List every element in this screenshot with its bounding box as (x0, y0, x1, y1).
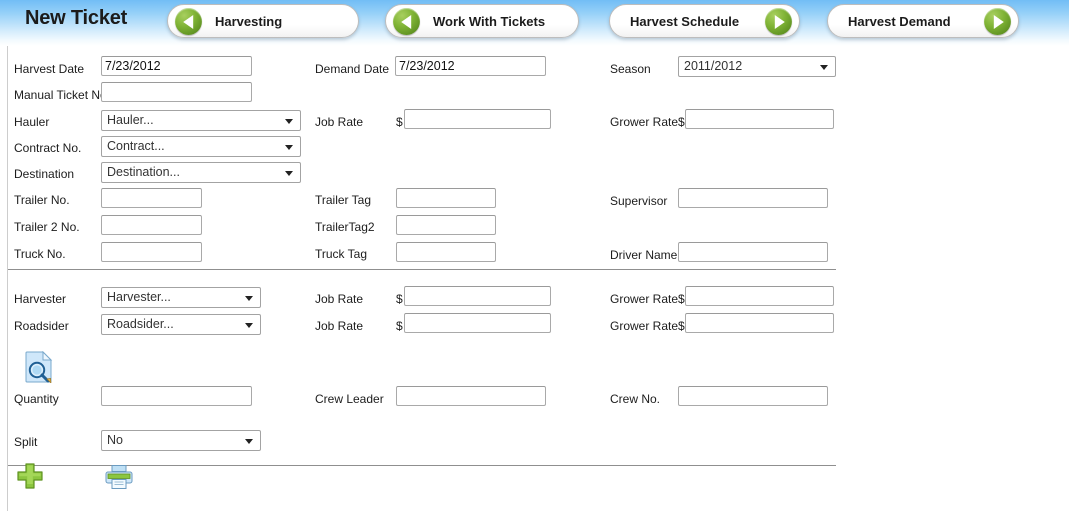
arrow-right-icon (984, 8, 1011, 35)
demand-date-label: Demand Date (315, 62, 390, 76)
roadsider-grower-rate-input[interactable] (685, 313, 834, 333)
document-search-icon[interactable] (24, 350, 54, 384)
nav-button-harvest-demand[interactable]: Harvest Demand (827, 4, 1019, 38)
chevron-down-icon (245, 439, 253, 444)
roadsider-grower-rate-label: Grower Rate (610, 319, 679, 333)
nav-button-harvest-schedule[interactable]: Harvest Schedule (609, 4, 800, 38)
arrow-right-icon (765, 8, 792, 35)
truck-tag-label: Truck Tag (315, 247, 368, 261)
manual-ticket-no-label: Manual Ticket No. (14, 88, 111, 102)
driver-name-input[interactable] (678, 242, 828, 262)
harvest-date-label: Harvest Date (14, 62, 85, 76)
print-icon[interactable] (105, 464, 133, 490)
chevron-down-icon (245, 323, 253, 328)
season-dropdown-value: 2011/2012 (684, 59, 743, 73)
hauler-job-rate-label: Job Rate (315, 115, 364, 129)
hauler-label: Hauler (14, 115, 50, 129)
hauler-dropdown-value: Hauler... (107, 113, 154, 127)
hauler-grower-rate-input[interactable] (685, 109, 834, 129)
new-ticket-window: New Ticket Harvesting Work With Tickets … (0, 0, 1069, 511)
destination-dropdown-value: Destination... (107, 165, 180, 179)
nav-button-label: Work With Tickets (433, 14, 546, 29)
harvester-dropdown-value: Harvester... (107, 290, 171, 304)
app-header: New Ticket Harvesting Work With Tickets … (0, 0, 1069, 46)
harvester-dropdown[interactable]: Harvester... (101, 287, 261, 308)
chevron-down-icon (285, 171, 293, 176)
nav-button-label: Harvesting (215, 14, 283, 29)
roadsider-dropdown[interactable]: Roadsider... (101, 314, 261, 335)
harvester-grower-rate-currency: $ (678, 292, 685, 306)
destination-dropdown[interactable]: Destination... (101, 162, 301, 183)
arrow-left-icon (393, 8, 420, 35)
harvest-date-input[interactable] (101, 56, 252, 76)
roadsider-job-rate-label: Job Rate (315, 319, 364, 333)
roadsider-job-rate-input[interactable] (404, 313, 551, 333)
harvester-job-rate-currency: $ (396, 292, 403, 306)
harvester-grower-rate-label: Grower Rate (610, 292, 679, 306)
demand-date-input[interactable] (395, 56, 546, 76)
quantity-label: Quantity (14, 392, 59, 406)
trailer-tag-2-input[interactable] (396, 215, 496, 235)
hauler-grower-rate-label: Grower Rate (610, 115, 679, 129)
trailer-tag-input[interactable] (396, 188, 496, 208)
chevron-down-icon (285, 119, 293, 124)
arrow-left-icon (175, 8, 202, 35)
split-label: Split (14, 435, 38, 449)
manual-ticket-no-input[interactable] (101, 82, 252, 102)
section-divider-1 (8, 269, 836, 270)
hauler-job-rate-currency: $ (396, 115, 403, 129)
trailer-no-input[interactable] (101, 188, 202, 208)
roadsider-job-rate-currency: $ (396, 319, 403, 333)
roadsider-dropdown-value: Roadsider... (107, 317, 174, 331)
trailer-2-no-input[interactable] (101, 215, 202, 235)
ticket-form: Harvest Date Demand Date Season 2011/201… (0, 46, 1069, 511)
destination-label: Destination (14, 167, 75, 181)
supervisor-input[interactable] (678, 188, 828, 208)
roadsider-label: Roadsider (14, 319, 69, 333)
hauler-dropdown[interactable]: Hauler... (101, 110, 301, 131)
split-dropdown-value: No (107, 433, 123, 447)
harvester-job-rate-label: Job Rate (315, 292, 364, 306)
truck-no-input[interactable] (101, 242, 202, 262)
crew-no-label: Crew No. (610, 392, 661, 406)
nav-button-harvesting[interactable]: Harvesting (167, 4, 359, 38)
chevron-down-icon (820, 65, 828, 70)
supervisor-label: Supervisor (610, 194, 668, 208)
nav-button-work-with-tickets[interactable]: Work With Tickets (385, 4, 579, 38)
crew-leader-input[interactable] (396, 386, 546, 406)
page-title: New Ticket (25, 7, 128, 29)
nav-button-label: Harvest Schedule (630, 14, 740, 29)
chevron-down-icon (245, 296, 253, 301)
season-label: Season (610, 62, 651, 76)
season-dropdown[interactable]: 2011/2012 (678, 56, 836, 77)
hauler-job-rate-input[interactable] (404, 109, 551, 129)
trailer-2-no-label: Trailer 2 No. (14, 220, 80, 234)
chevron-down-icon (285, 145, 293, 150)
nav-button-label: Harvest Demand (848, 14, 951, 29)
truck-no-label: Truck No. (14, 247, 66, 261)
hauler-grower-rate-currency: $ (678, 115, 685, 129)
contract-no-dropdown-value: Contract... (107, 139, 165, 153)
roadsider-grower-rate-currency: $ (678, 319, 685, 333)
harvester-label: Harvester (14, 292, 67, 306)
harvester-grower-rate-input[interactable] (685, 286, 834, 306)
quantity-input[interactable] (101, 386, 252, 406)
trailer-tag-label: Trailer Tag (315, 193, 372, 207)
contract-no-label: Contract No. (14, 141, 82, 155)
add-icon[interactable] (16, 462, 44, 490)
contract-no-dropdown[interactable]: Contract... (101, 136, 301, 157)
crew-leader-label: Crew Leader (315, 392, 384, 406)
trailer-tag-2-label: TrailerTag2 (315, 220, 375, 234)
trailer-no-label: Trailer No. (14, 193, 70, 207)
harvester-job-rate-input[interactable] (404, 286, 551, 306)
crew-no-input[interactable] (678, 386, 828, 406)
driver-name-label: Driver Name (610, 248, 678, 262)
truck-tag-input[interactable] (396, 242, 496, 262)
split-dropdown[interactable]: No (101, 430, 261, 451)
